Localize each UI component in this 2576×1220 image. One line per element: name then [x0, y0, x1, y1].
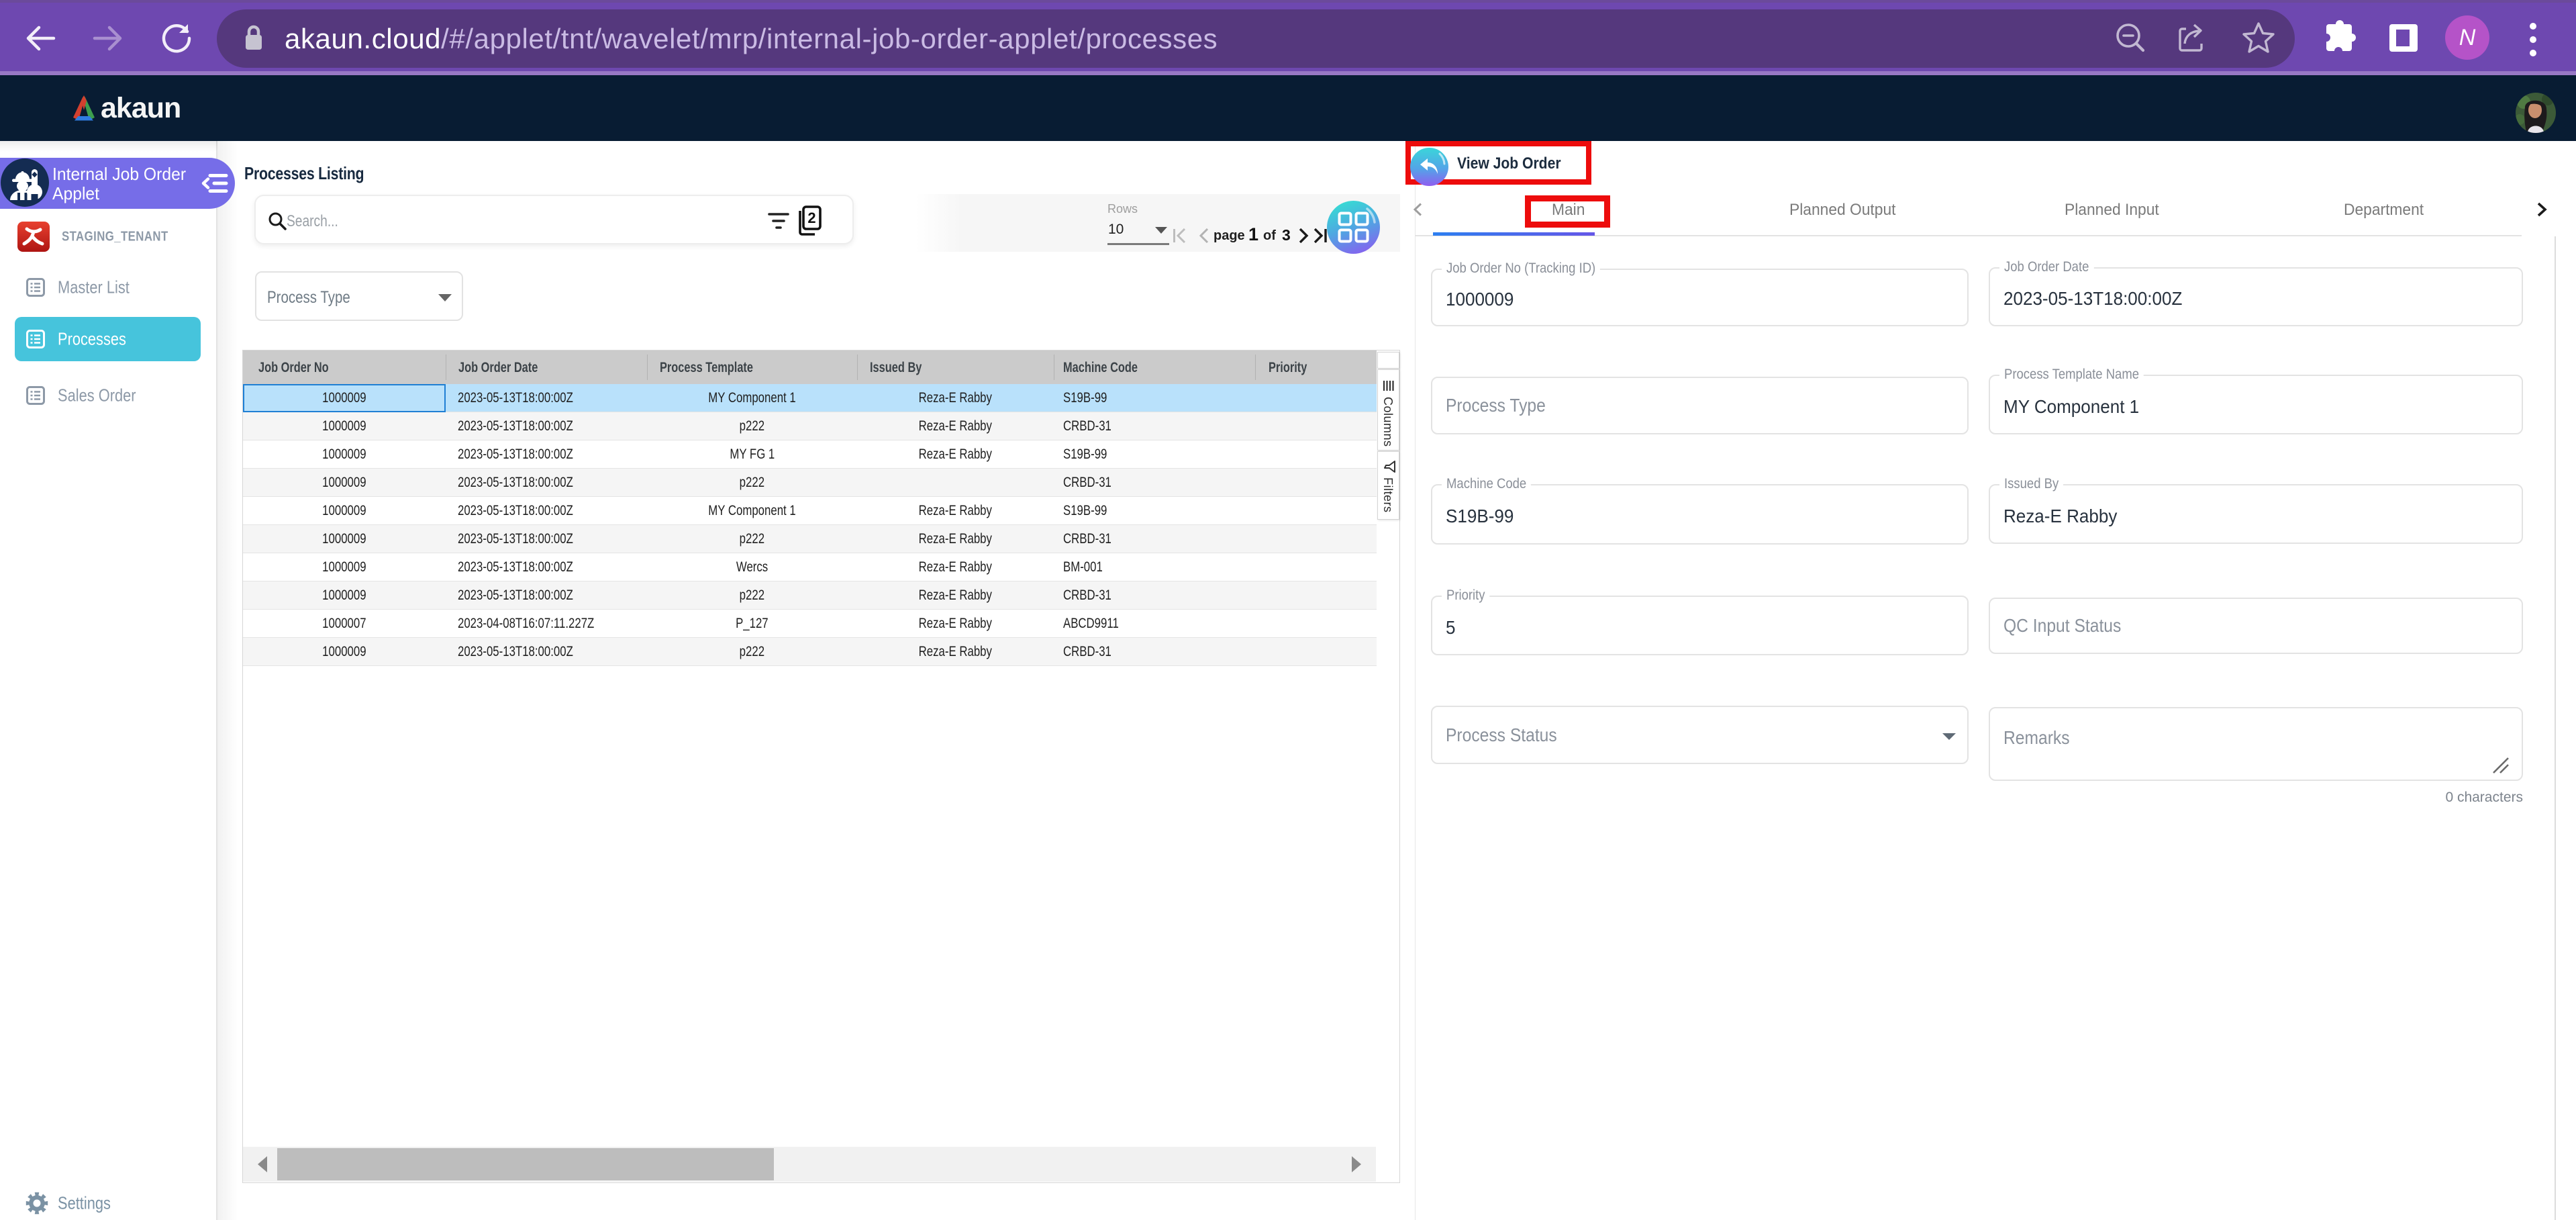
svg-text:2: 2 — [807, 209, 815, 226]
